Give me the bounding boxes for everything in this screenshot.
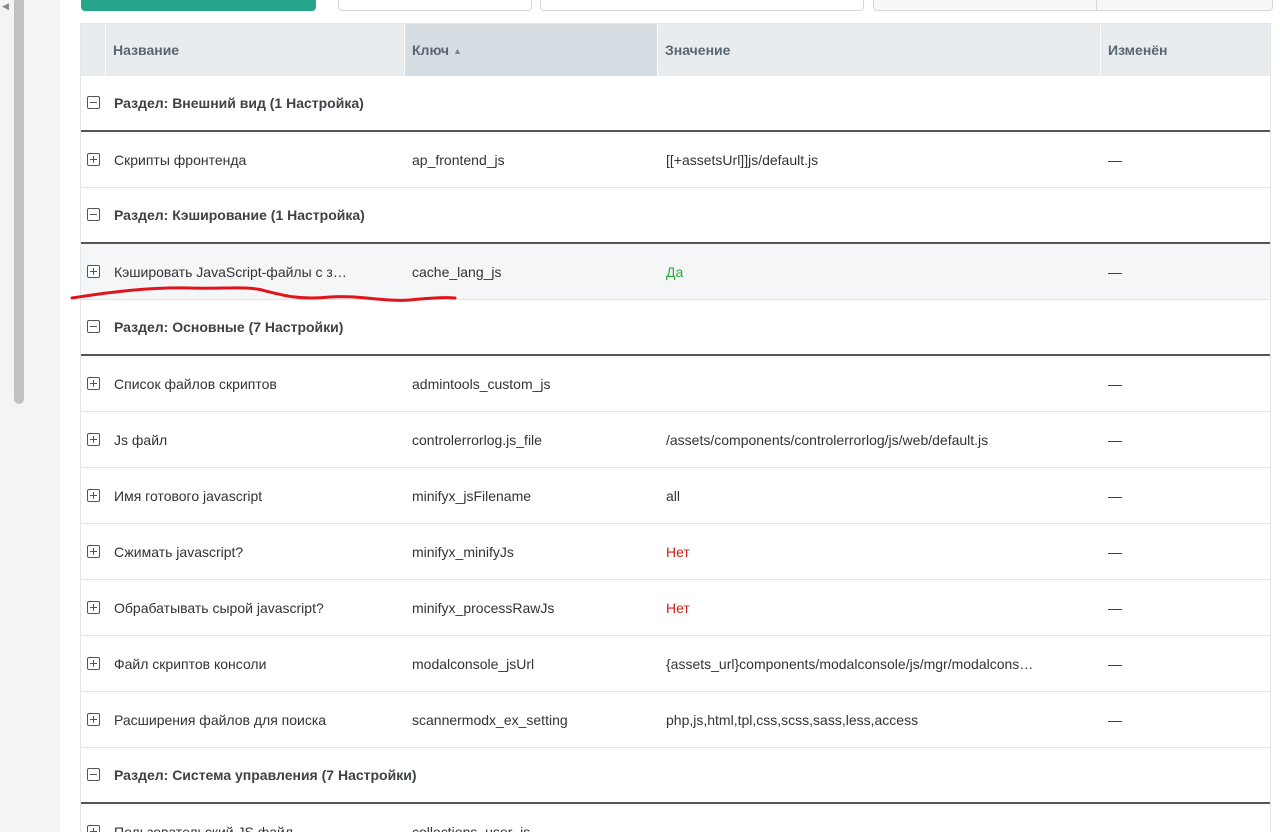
cell-modified: — <box>1108 711 1122 728</box>
table-row[interactable]: Обрабатывать сырой javascript? minifyx_p… <box>81 580 1270 636</box>
cell-value[interactable]: {assets_url}components/modalconsole/js/m… <box>666 636 1091 691</box>
group-title: Раздел: Основные (7 Настройки) <box>114 319 344 335</box>
cell-key: admintools_custom_js <box>412 375 551 392</box>
search-divider <box>1096 0 1097 10</box>
group-row[interactable]: Раздел: Внешний вид (1 Настройка) <box>81 76 1270 132</box>
table-row[interactable]: Расширения файлов для поиска scannermodx… <box>81 692 1270 748</box>
table-row[interactable]: Имя готового javascript minifyx_jsFilena… <box>81 468 1270 524</box>
cell-key: controlerrorlog.js_file <box>412 431 542 448</box>
group-title: Раздел: Система управления (7 Настройки) <box>114 767 417 783</box>
column-header-key[interactable]: Ключ ▲ <box>405 24 658 76</box>
column-header-value-label: Значение <box>665 42 731 58</box>
cell-key: minifyx_jsFilename <box>412 487 532 504</box>
cell-modified: — <box>1108 151 1122 168</box>
column-header-modified[interactable]: Изменён <box>1101 24 1270 76</box>
table-row[interactable]: Кэшировать JavaScript-файлы с з… cache_l… <box>81 244 1270 300</box>
gutter <box>38 0 60 832</box>
search-field[interactable] <box>873 0 1273 11</box>
expand-icon[interactable] <box>87 433 100 446</box>
cell-value[interactable] <box>666 804 1091 832</box>
group-row[interactable]: Раздел: Основные (7 Настройки) <box>81 300 1270 356</box>
create-setting-button[interactable] <box>81 0 316 11</box>
table-row[interactable]: Пользовательский JS файл collections_use… <box>81 804 1270 832</box>
collapse-icon[interactable] <box>87 768 100 781</box>
cell-modified: — <box>1108 543 1122 560</box>
cell-name: Js файл <box>114 431 168 448</box>
cell-key: modalconsole_jsUrl <box>412 655 535 672</box>
expand-icon[interactable] <box>87 657 100 670</box>
cell-value[interactable]: Нет <box>666 580 1091 635</box>
cell-name: Файл скриптов консоли <box>114 655 267 672</box>
expand-icon[interactable] <box>87 601 100 614</box>
settings-grid: Название Ключ ▲ Значение Изменён Раздел: … <box>80 23 1271 832</box>
settings-page: ◀ Название Ключ ▲ Значение Изменён Раздел… <box>0 0 1280 832</box>
sort-up-icon: ▲ <box>453 46 462 56</box>
cell-key: cache_lang_js <box>412 263 502 280</box>
cell-key: ap_frontend_js <box>412 151 505 168</box>
cell-value[interactable] <box>666 356 1091 411</box>
scrollbar-thumb[interactable] <box>14 0 24 404</box>
cell-modified: — <box>1108 375 1122 392</box>
column-header-value[interactable]: Значение <box>658 24 1101 76</box>
cell-value[interactable]: /assets/components/controlerrorlog/js/we… <box>666 412 1091 467</box>
table-row[interactable]: Файл скриптов консоли modalconsole_jsUrl… <box>81 636 1270 692</box>
table-row[interactable]: Сжимать javascript? minifyx_minifyJs Нет… <box>81 524 1270 580</box>
group-title: Раздел: Внешний вид (1 Настройка) <box>114 95 364 111</box>
collapse-icon[interactable] <box>87 208 100 221</box>
table-row[interactable]: Скрипты фронтенда ap_frontend_js [[+asse… <box>81 132 1270 188</box>
area-filter[interactable] <box>540 0 864 11</box>
group-title: Раздел: Кэширование (1 Настройка) <box>114 207 365 223</box>
cell-key: scannermodx_ex_setting <box>412 711 568 728</box>
expand-icon[interactable] <box>87 825 100 832</box>
cell-name: Обрабатывать сырой javascript? <box>114 599 324 616</box>
header-expander <box>81 24 106 76</box>
expand-icon[interactable] <box>87 265 100 278</box>
expand-icon[interactable] <box>87 489 100 502</box>
cell-modified: — <box>1108 599 1122 616</box>
column-header-name-label: Название <box>113 42 180 58</box>
left-scroll-panel: ◀ <box>0 0 39 832</box>
cell-name: Список файлов скриптов <box>114 375 277 392</box>
cell-name: Пользовательский JS файл <box>114 823 294 832</box>
cell-modified: — <box>1108 487 1122 504</box>
cell-modified: — <box>1108 655 1122 672</box>
collapse-icon[interactable] <box>87 96 100 109</box>
cell-key: minifyx_minifyJs <box>412 543 514 560</box>
cell-name: Кэшировать JavaScript-файлы с з… <box>114 263 347 280</box>
cell-value[interactable]: Да <box>666 244 1091 299</box>
cell-value[interactable]: all <box>666 468 1091 523</box>
expand-icon[interactable] <box>87 377 100 390</box>
expand-icon[interactable] <box>87 153 100 166</box>
namespace-filter[interactable] <box>338 0 532 11</box>
cell-name: Имя готового javascript <box>114 487 263 504</box>
cell-modified <box>1108 804 1258 832</box>
cell-value[interactable]: Нет <box>666 524 1091 579</box>
cell-key: minifyx_processRawJs <box>412 599 555 616</box>
cell-name: Скрипты фронтенда <box>114 151 247 168</box>
table-row[interactable]: Список файлов скриптов admintools_custom… <box>81 356 1270 412</box>
expand-icon[interactable] <box>87 713 100 726</box>
column-header-modified-label: Изменён <box>1108 42 1168 58</box>
cell-key: collections_user_js <box>412 823 531 832</box>
column-header-key-label: Ключ <box>412 42 449 58</box>
expand-icon[interactable] <box>87 545 100 558</box>
cell-name: Расширения файлов для поиска <box>114 711 327 728</box>
cell-modified: — <box>1108 431 1122 448</box>
cell-value[interactable]: [[+assetsUrl]]js/default.js <box>666 132 1091 187</box>
table-row[interactable]: Js файл controlerrorlog.js_file /assets/… <box>81 412 1270 468</box>
column-header-name[interactable]: Название <box>106 24 405 76</box>
cell-modified: — <box>1108 263 1122 280</box>
group-row[interactable]: Раздел: Система управления (7 Настройки) <box>81 748 1270 804</box>
cell-name: Сжимать javascript? <box>114 543 244 560</box>
group-row[interactable]: Раздел: Кэширование (1 Настройка) <box>81 188 1270 244</box>
cell-value[interactable]: php,js,html,tpl,css,scss,sass,less,acces… <box>666 692 1091 747</box>
grid-header: Название Ключ ▲ Значение Изменён <box>81 24 1270 76</box>
chevron-left-icon[interactable]: ◀ <box>2 0 12 12</box>
collapse-icon[interactable] <box>87 320 100 333</box>
